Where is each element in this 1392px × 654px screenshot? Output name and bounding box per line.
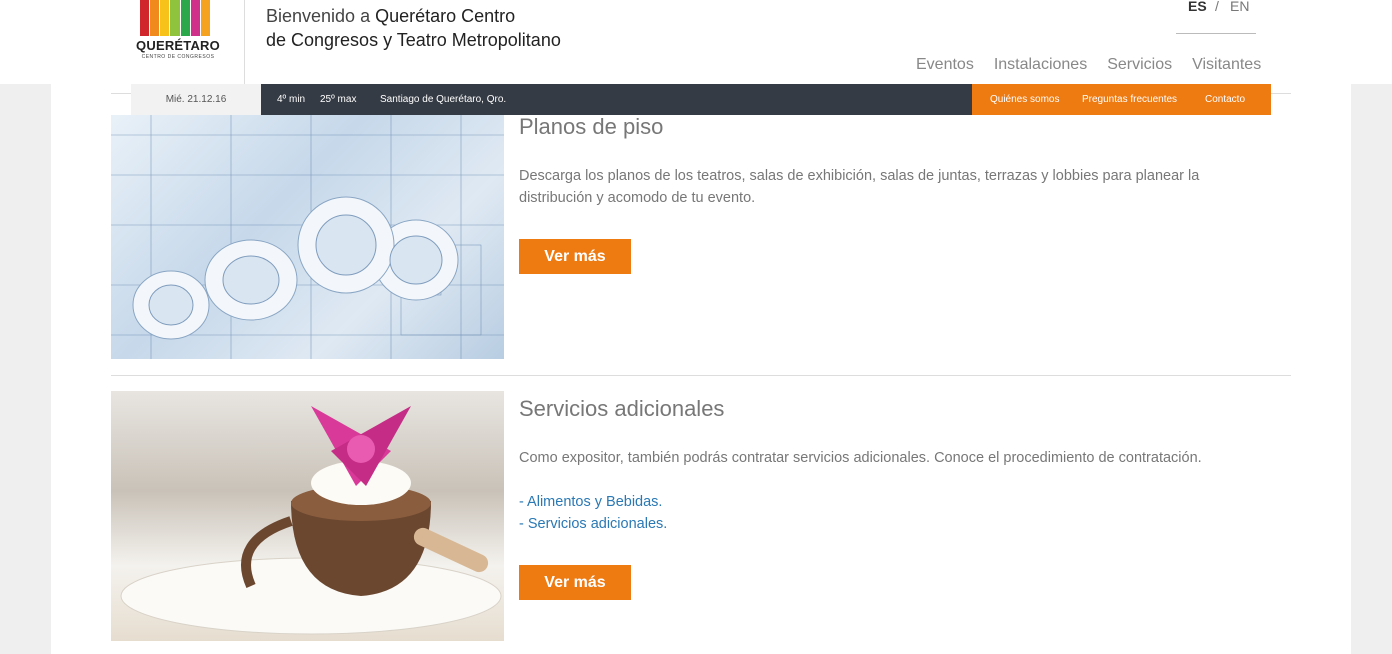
servicios-links: - Alimentos y Bebidas. - Servicios adici… bbox=[519, 491, 1239, 535]
logo-mark bbox=[140, 0, 210, 36]
header-divider bbox=[244, 0, 245, 84]
lang-en-link[interactable]: EN bbox=[1230, 0, 1249, 14]
logo-subtitle: CENTRO DE CONGRESOS bbox=[141, 54, 215, 60]
welcome-title: Bienvenido a Querétaro Centro de Congres… bbox=[266, 4, 561, 52]
nav-eventos[interactable]: Eventos bbox=[916, 56, 974, 74]
logo-name: QUERÉTARO bbox=[136, 38, 220, 53]
nav-servicios[interactable]: Servicios bbox=[1107, 56, 1172, 74]
card-text-servicios: Como expositor, también podrás contratar… bbox=[519, 450, 1202, 466]
section-divider bbox=[111, 375, 1291, 376]
link-alimentos-bebidas[interactable]: - Alimentos y Bebidas. bbox=[519, 491, 1239, 513]
nav-instalaciones[interactable]: Instalaciones bbox=[994, 56, 1087, 74]
main-nav: Eventos Instalaciones Servicios Visitant… bbox=[906, 56, 1271, 74]
welcome-line2: de Congresos y Teatro Metropolitano bbox=[266, 30, 561, 50]
info-bar: Mié. 21.12.16 4º min 25º max Santiago de… bbox=[131, 84, 1271, 115]
ver-mas-planos-button[interactable]: Ver más bbox=[519, 239, 631, 274]
site-header: QUERÉTARO CENTRO DE CONGRESOS Bienvenido… bbox=[0, 0, 1392, 84]
welcome-bold: Querétaro Centro bbox=[375, 6, 516, 26]
floor-plans-image bbox=[111, 115, 504, 359]
card-text-planos: Descarga los planos de los teatros, sala… bbox=[519, 168, 1200, 206]
card-title-servicios: Servicios adicionales bbox=[519, 396, 725, 421]
temp-min: 4º min bbox=[277, 94, 306, 105]
language-switcher: ES / EN bbox=[1176, 0, 1256, 34]
lang-separator: / bbox=[1215, 0, 1219, 14]
temp-max: 25º max bbox=[320, 94, 357, 105]
link-quienes-somos[interactable]: Quiénes somos bbox=[990, 94, 1059, 105]
link-servicios-adicionales[interactable]: - Servicios adicionales. bbox=[519, 513, 1239, 535]
lang-es-link[interactable]: ES bbox=[1188, 0, 1207, 14]
nav-visitantes[interactable]: Visitantes bbox=[1192, 56, 1261, 74]
additional-services-image bbox=[111, 391, 504, 641]
link-preguntas-frecuentes[interactable]: Preguntas frecuentes bbox=[1082, 94, 1177, 105]
secondary-nav: Quiénes somos Preguntas frecuentes Conta… bbox=[972, 84, 1271, 115]
dessert-illustration bbox=[120, 406, 502, 635]
welcome-prefix: Bienvenido a bbox=[266, 6, 376, 26]
city-label: Santiago de Querétaro, Qro. bbox=[380, 94, 507, 105]
site-logo[interactable]: QUERÉTARO CENTRO DE CONGRESOS bbox=[128, 0, 226, 62]
blueprint-illustration bbox=[111, 115, 504, 359]
card-title-planos: Planos de piso bbox=[519, 114, 664, 139]
current-date: Mié. 21.12.16 bbox=[131, 84, 261, 115]
link-contacto[interactable]: Contacto bbox=[1205, 94, 1245, 105]
ver-mas-servicios-button[interactable]: Ver más bbox=[519, 565, 631, 600]
